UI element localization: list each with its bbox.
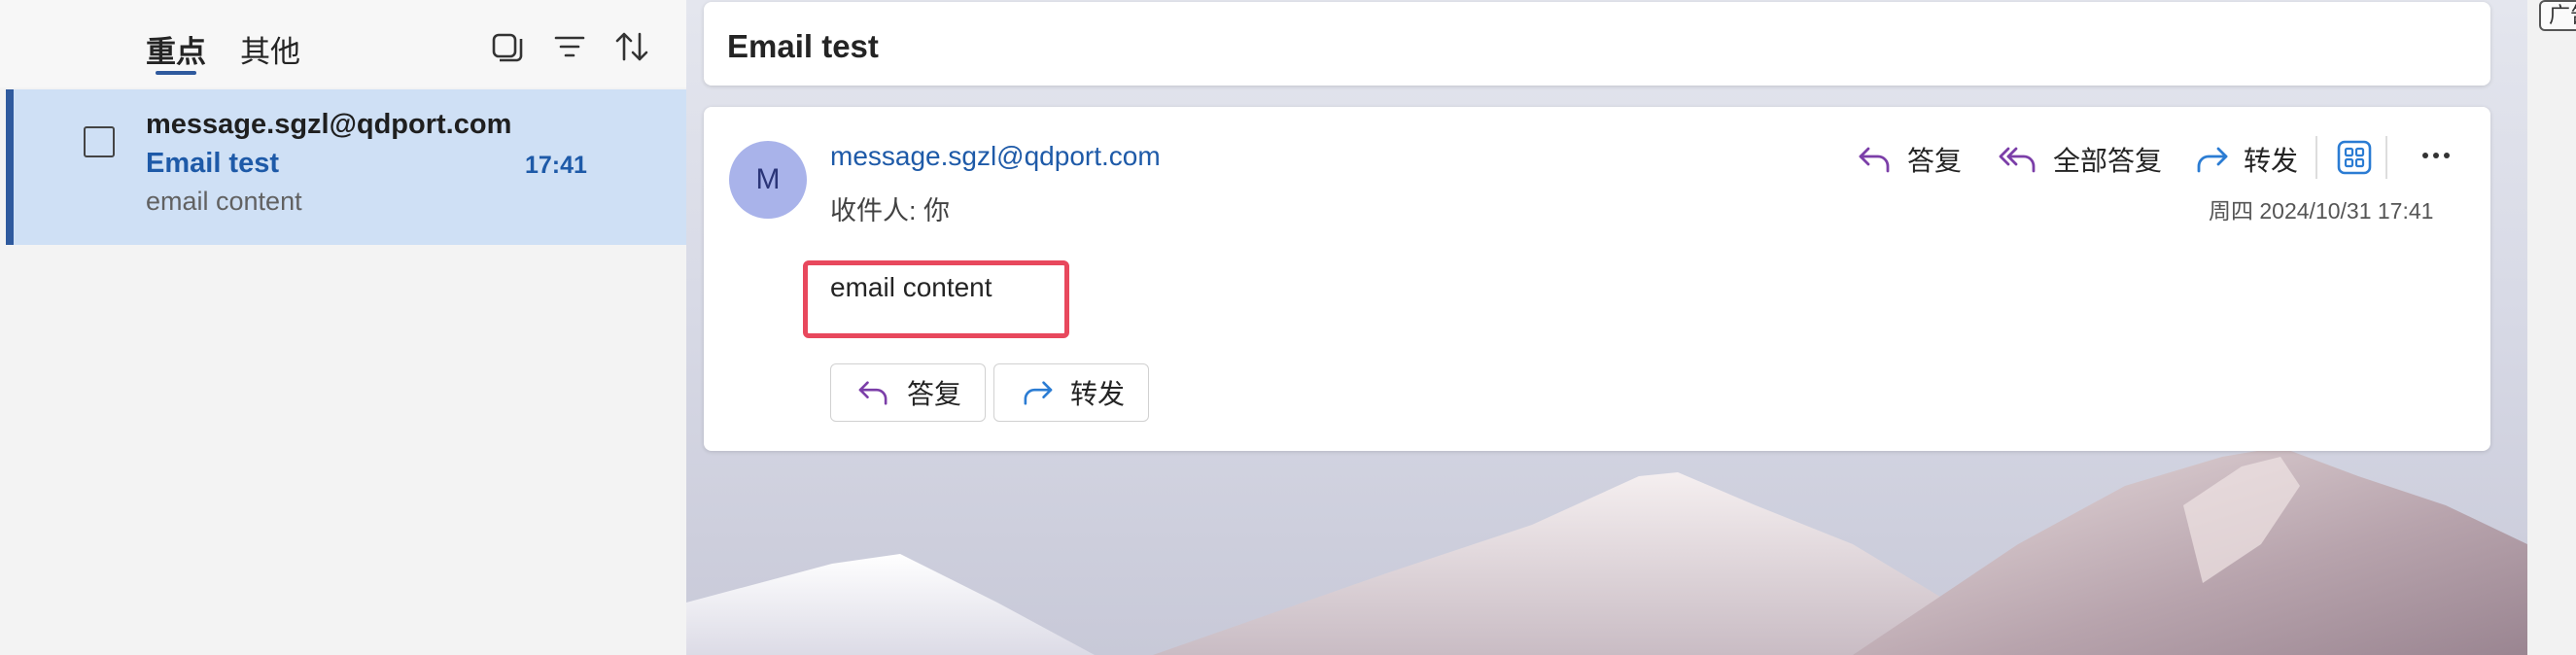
message-subject: Email test xyxy=(146,148,279,179)
select-mode-icon[interactable] xyxy=(488,27,527,66)
tab-other[interactable]: 其他 xyxy=(240,27,300,71)
selection-indicator xyxy=(6,89,14,245)
sender-address[interactable]: message.sgzl@qdport.com xyxy=(830,141,1161,172)
subject-title: Email test xyxy=(727,28,879,64)
toolbar-divider xyxy=(2385,136,2387,179)
reply-button-label: 答复 xyxy=(907,379,962,409)
message-time: 17:41 xyxy=(525,152,587,179)
reply-action-label: 答复 xyxy=(1907,146,1963,176)
forward-icon xyxy=(1024,381,1053,405)
message-sender: message.sgzl@qdport.com xyxy=(146,109,512,140)
recipient-line: 收件人: 你 xyxy=(830,196,951,225)
reply-all-action[interactable]: 全部答复 xyxy=(1997,138,2162,181)
reply-all-icon xyxy=(1999,147,2036,173)
message-body: email content xyxy=(830,272,992,302)
message-date: 周四 2024/10/31 17:41 xyxy=(2209,198,2434,224)
tab-focused[interactable]: 重点 xyxy=(146,27,206,71)
apps-icon[interactable] xyxy=(2335,138,2374,177)
reply-all-action-label: 全部答复 xyxy=(2053,146,2163,176)
forward-action-label: 转发 xyxy=(2244,146,2299,176)
message-card: M message.sgzl@qdport.com 收件人: 你 周四 2024… xyxy=(704,107,2490,451)
sort-icon[interactable] xyxy=(612,27,651,66)
forward-button[interactable]: 转发 xyxy=(993,363,1149,422)
list-item[interactable]: message.sgzl@qdport.com Email test 17:41… xyxy=(6,89,686,245)
message-preview: email content xyxy=(146,187,302,216)
reply-action[interactable]: 答复 xyxy=(1857,138,1962,181)
more-options-icon[interactable] xyxy=(2420,150,2452,161)
forward-action[interactable]: 转发 xyxy=(2193,138,2298,181)
avatar[interactable]: M xyxy=(729,141,807,219)
right-edge-panel xyxy=(2527,0,2576,655)
toolbar-divider xyxy=(2315,136,2317,179)
forward-icon xyxy=(2197,147,2228,173)
ad-label[interactable]: 广告 xyxy=(2539,0,2576,31)
active-tab-indicator xyxy=(156,71,196,75)
reply-icon xyxy=(858,381,888,405)
reply-button[interactable]: 答复 xyxy=(830,363,986,422)
message-checkbox[interactable] xyxy=(84,126,115,157)
subject-header: Email test xyxy=(704,2,2490,86)
list-header: 重点 其他 xyxy=(0,0,686,87)
filter-icon[interactable] xyxy=(550,27,589,66)
reply-icon xyxy=(1859,147,1890,173)
message-list-pane: 重点 其他 message.sgzl@qdport.com Email test… xyxy=(0,0,686,655)
forward-button-label: 转发 xyxy=(1070,379,1126,409)
